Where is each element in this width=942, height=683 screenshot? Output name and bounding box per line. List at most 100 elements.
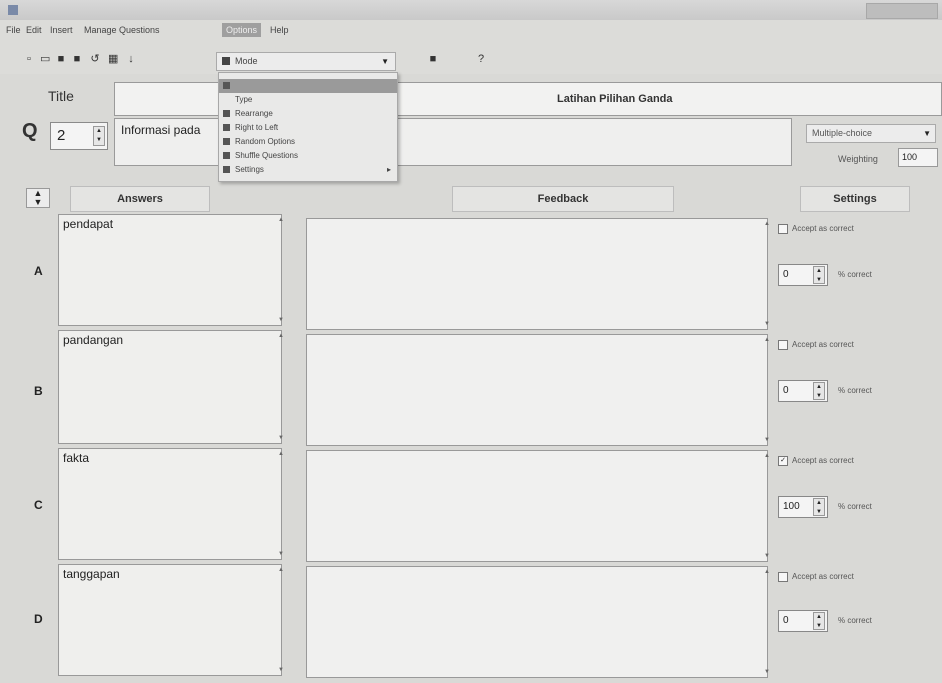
menu-manage-questions[interactable]: Manage Questions	[84, 25, 160, 35]
menu-edit[interactable]: Edit	[26, 25, 42, 35]
feedback-field[interactable]: ▲ ▼	[306, 334, 770, 446]
help-icon[interactable]: ?	[476, 54, 486, 65]
spin-arrows-icon[interactable]: ▲ ▼	[813, 498, 825, 516]
answer-letter: A	[34, 264, 43, 278]
percent-correct-stepper[interactable]: 0 ▲ ▼	[778, 380, 828, 402]
menu-item-label: Random Options	[235, 137, 296, 146]
scrollbar[interactable]: ▲ ▼	[757, 567, 770, 677]
question-text-value: Informasi pada	[121, 123, 201, 137]
weighting-stepper[interactable]: 100	[898, 148, 938, 167]
spin-arrows-icon[interactable]: ▲ ▼	[93, 126, 105, 146]
scrollbar[interactable]: ▲ ▼	[757, 335, 770, 445]
menu-insert[interactable]: Insert	[50, 25, 73, 35]
scrollbar[interactable]: ▲ ▼	[757, 451, 770, 561]
answer-field[interactable]: pandangan ▲ ▼	[58, 330, 284, 444]
question-label: Q	[22, 120, 38, 142]
feedback-field[interactable]: ▲ ▼	[306, 450, 770, 562]
spin-arrows-icon[interactable]: ▲ ▼	[813, 382, 825, 400]
scrollbar[interactable]: ▲ ▼	[271, 565, 284, 675]
question-type-value: Multiple-choice	[812, 128, 873, 138]
scrollbar[interactable]: ▲ ▼	[271, 215, 284, 325]
camera-icon[interactable]: ■	[428, 54, 438, 65]
menu-item-settings[interactable]: Settings ▸	[219, 163, 397, 177]
options-dropdown-menu: Type Rearrange Right to Left Random Opti…	[218, 72, 398, 182]
answer-text: pandangan	[63, 333, 124, 347]
menu-item-label: Settings	[235, 165, 264, 174]
mode-icon	[222, 57, 230, 65]
menu-item-label: Right to Left	[235, 123, 279, 132]
submenu-arrow-icon: ▸	[386, 165, 391, 174]
question-text-field[interactable]: Informasi pada	[114, 118, 792, 166]
menu-item-random-options[interactable]: Random Options	[219, 135, 397, 149]
save-icon[interactable]: ■	[56, 54, 66, 65]
menu-file[interactable]: File	[6, 25, 21, 35]
open-folder-icon[interactable]: ▭	[40, 54, 50, 65]
menu-item-shuffle-questions[interactable]: Shuffle Questions	[219, 149, 397, 163]
sort-answers-button[interactable]: ▲ ▼	[26, 188, 50, 208]
percent-correct-stepper[interactable]: 0 ▲ ▼	[778, 610, 828, 632]
percent-correct-label: % correct	[838, 502, 872, 511]
app-icon	[8, 5, 18, 15]
percent-correct-value: 0	[783, 269, 789, 280]
answer-letter: B	[34, 384, 43, 398]
settings-icon	[223, 166, 230, 173]
mode-select[interactable]: Mode ▼	[216, 52, 396, 71]
menu-item-right-to-left[interactable]: Right to Left	[219, 121, 397, 135]
menu-item-rearrange[interactable]: Rearrange	[219, 107, 397, 121]
feedback-field[interactable]: ▲ ▼	[306, 218, 770, 330]
answer-field[interactable]: pendapat ▲ ▼	[58, 214, 284, 326]
accept-correct-label: Accept as correct	[792, 572, 854, 581]
menu-item-highlighted[interactable]	[219, 79, 397, 93]
menu-item-label: Rearrange	[235, 109, 273, 118]
arrow-icon[interactable]: ↓	[126, 54, 136, 65]
chevron-down-icon: ▼	[381, 57, 389, 66]
menu-help[interactable]: Help	[270, 25, 289, 35]
feedback-field[interactable]: ▲ ▼	[306, 566, 770, 678]
menu-item-label: Type	[235, 95, 253, 104]
new-file-icon[interactable]: ▫	[24, 54, 34, 65]
rearrange-icon	[223, 110, 230, 117]
accept-correct-label: Accept as correct	[792, 340, 854, 349]
percent-correct-label: % correct	[838, 386, 872, 395]
undo-icon[interactable]: ↺	[90, 54, 100, 65]
answer-text: tanggapan	[63, 567, 120, 581]
answer-field[interactable]: tanggapan ▲ ▼	[58, 564, 284, 676]
window-controls[interactable]	[866, 3, 938, 19]
window-title-bar	[0, 0, 942, 21]
spin-arrows-icon[interactable]: ▲ ▼	[813, 612, 825, 630]
percent-correct-value: 0	[783, 385, 789, 396]
answer-field[interactable]: fakta ▲ ▼	[58, 448, 284, 560]
spin-arrows-icon[interactable]: ▲ ▼	[813, 266, 825, 284]
menu-item-label: Shuffle Questions	[235, 151, 299, 160]
grid-icon[interactable]: ▦	[108, 54, 118, 65]
percent-correct-stepper[interactable]: 100 ▲ ▼	[778, 496, 828, 518]
save-as-icon[interactable]: ■	[72, 54, 82, 65]
accept-correct-checkbox[interactable]	[778, 340, 788, 350]
random-icon	[223, 138, 230, 145]
question-number-value: 2	[57, 127, 66, 144]
menu-bar: File Edit Insert Manage Questions Option…	[0, 20, 942, 42]
percent-correct-stepper[interactable]: 0 ▲ ▼	[778, 264, 828, 286]
scrollbar[interactable]: ▲ ▼	[271, 449, 284, 559]
percent-correct-label: % correct	[838, 270, 872, 279]
percent-correct-value: 100	[783, 501, 800, 512]
toolbar: ▫ ▭ ■ ■ ↺ ▦ ↓ ■ ?	[0, 42, 942, 74]
question-number-stepper[interactable]: 2 ▲ ▼	[50, 122, 108, 150]
answer-letter: C	[34, 498, 43, 512]
menu-item-type[interactable]: Type	[219, 93, 397, 107]
accept-correct-checkbox[interactable]	[778, 572, 788, 582]
scrollbar[interactable]: ▲ ▼	[271, 331, 284, 443]
accept-correct-checkbox-checked[interactable]: ✓	[778, 456, 788, 466]
accept-correct-label: Accept as correct	[792, 224, 854, 233]
menu-item-icon	[223, 82, 230, 89]
rtl-icon	[223, 124, 230, 131]
percent-correct-value: 0	[783, 615, 789, 626]
scrollbar[interactable]: ▲ ▼	[757, 219, 770, 329]
feedback-header: Feedback	[452, 186, 674, 212]
weighting-value: 100	[902, 152, 918, 162]
settings-header: Settings	[800, 186, 910, 212]
accept-correct-checkbox[interactable]	[778, 224, 788, 234]
menu-options[interactable]: Options	[222, 23, 262, 37]
question-type-select[interactable]: Multiple-choice ▼	[806, 124, 936, 143]
percent-correct-label: % correct	[838, 616, 872, 625]
